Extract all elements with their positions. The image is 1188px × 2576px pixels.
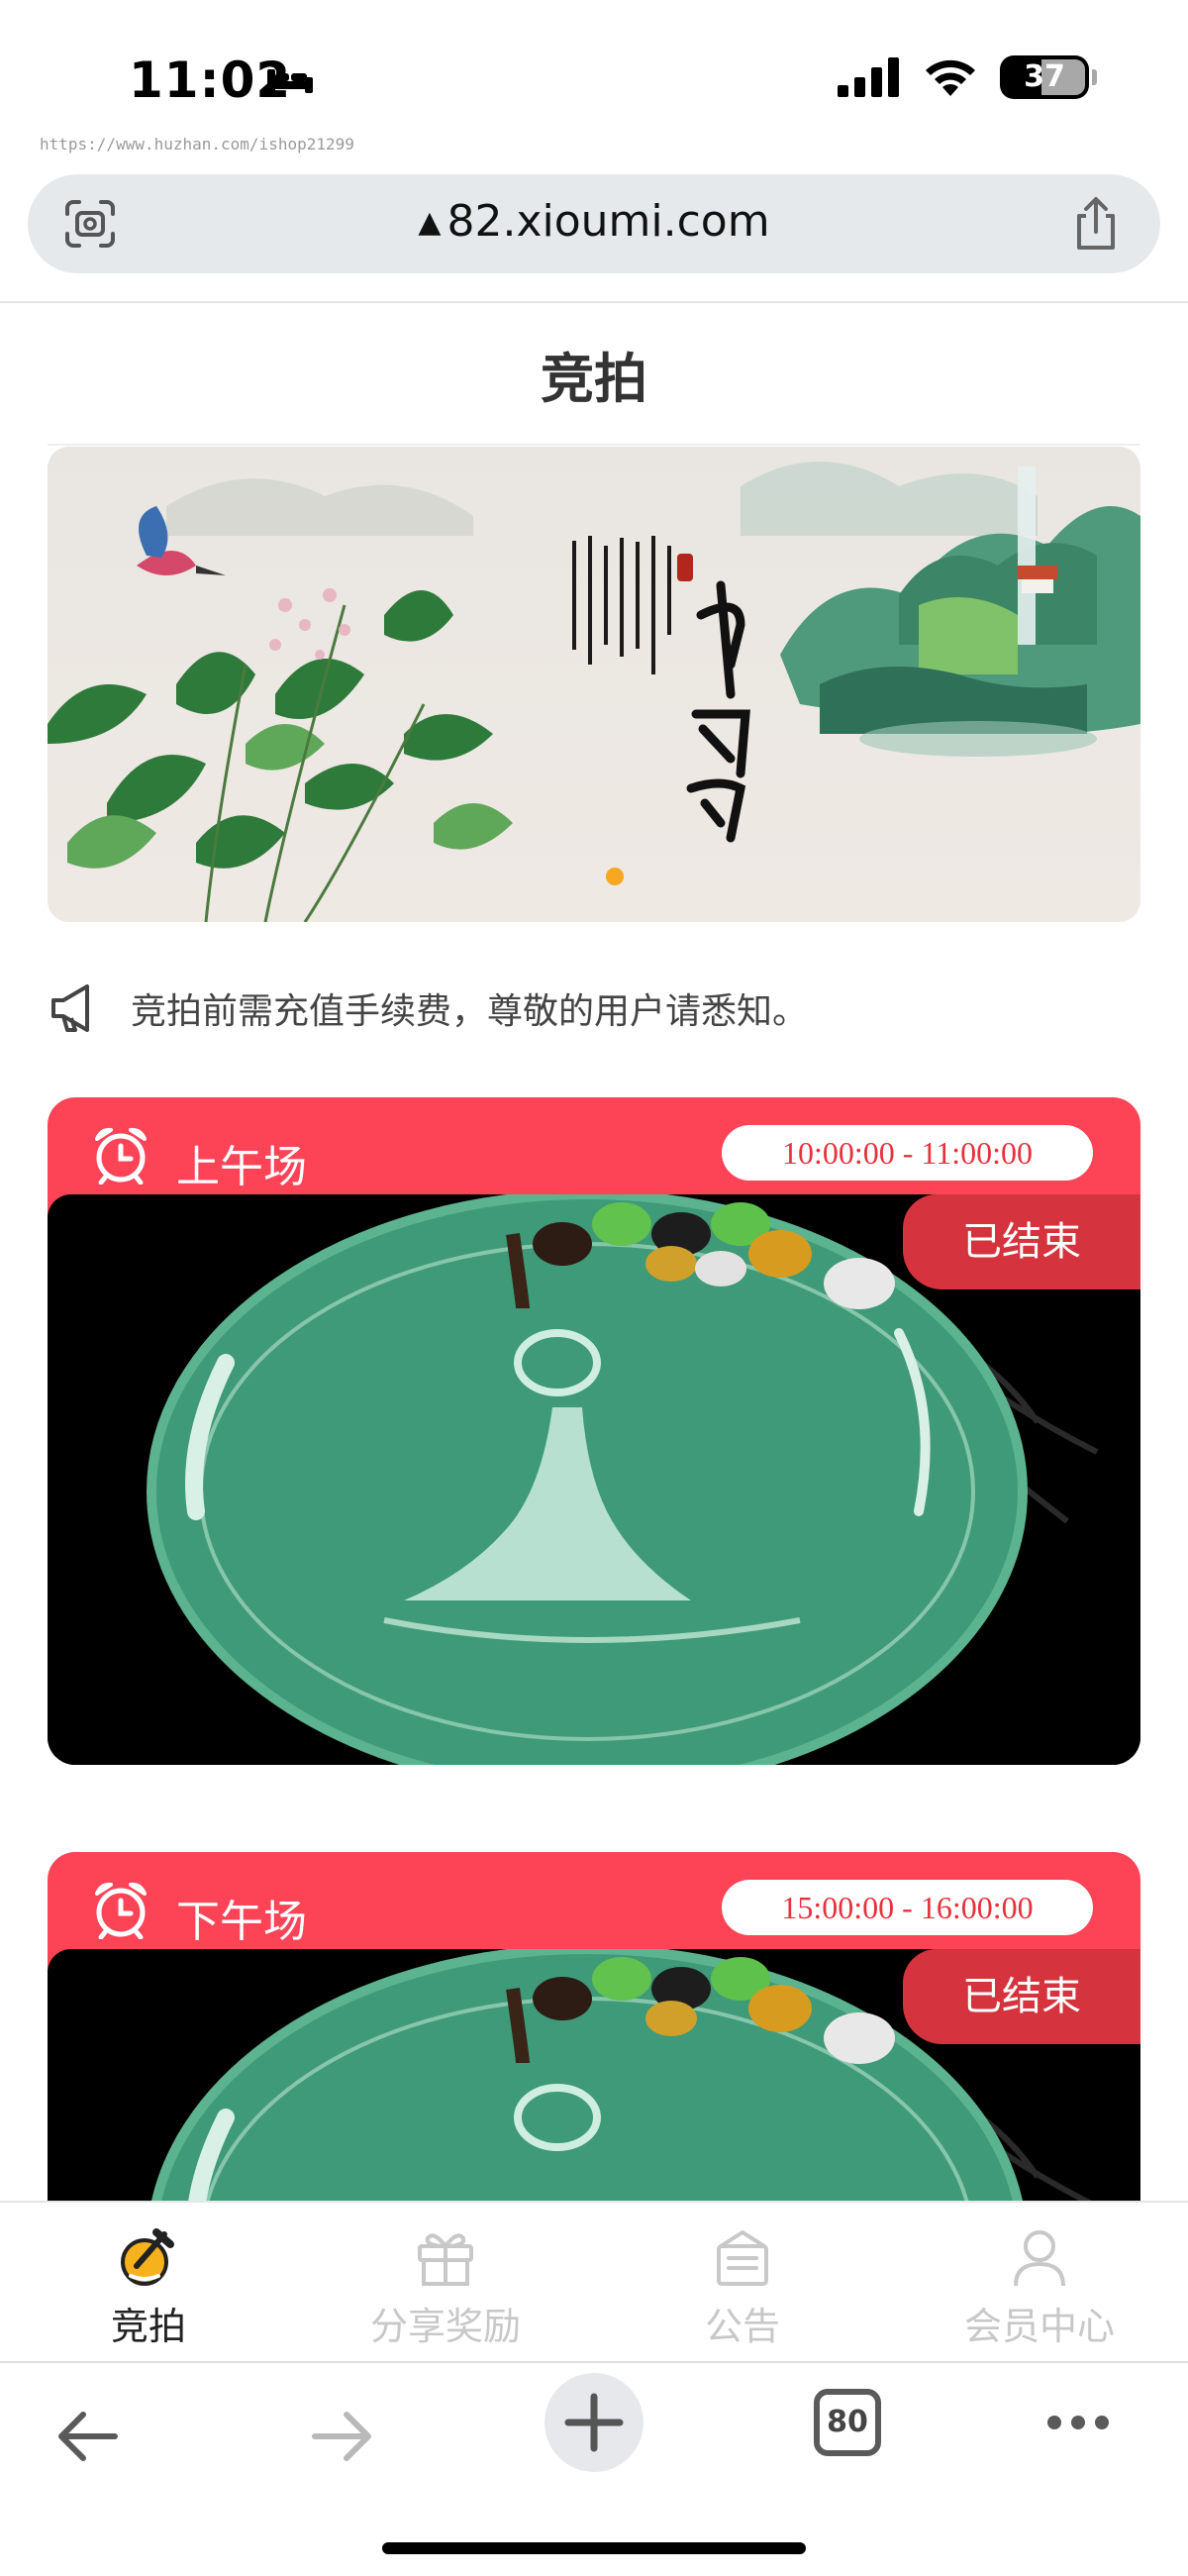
product-image[interactable]: 已结束 (48, 1194, 1140, 1765)
tab-label: 分享奖励 (369, 2305, 521, 2348)
battery-indicator: 37 (1000, 55, 1097, 99)
share-icon[interactable] (1071, 196, 1121, 252)
status-bar: 11:02 37 https://www.huzhan.com/ishop212… (0, 0, 1188, 154)
alarm-clock-icon (95, 1882, 147, 1939)
tab-label: 竞拍 (110, 2305, 186, 2348)
auction-icon (121, 2228, 174, 2286)
plus-icon (564, 2393, 624, 2452)
tab-count: 80 (827, 2405, 868, 2439)
tab-label: 公告 (704, 2305, 780, 2348)
page-title: 竞拍 (541, 348, 647, 410)
session-header: 下午场 15:00:00 - 16:00:00 (48, 1852, 1140, 1949)
product-image[interactable]: 已结束 (48, 1949, 1140, 2201)
session-time: 15:00:00 - 16:00:00 (722, 1880, 1093, 1935)
session-label: 下午场 (176, 1897, 307, 1947)
bottom-tab-bar: 竞拍 分享奖励 公告 会员中心 (0, 2201, 1188, 2361)
tab-announcements[interactable]: 公告 (594, 2203, 891, 2361)
notice-bar: 竞拍前需充值手续费，尊敬的用户请悉知。 (48, 979, 808, 1038)
sleep-focus-icon (267, 69, 313, 93)
banner-carousel[interactable] (48, 447, 1140, 922)
watermark-text: https://www.huzhan.com/ishop21299 (40, 135, 354, 154)
user-icon (1014, 2230, 1065, 2287)
banner-image (48, 447, 1140, 922)
divider (0, 301, 1188, 303)
forward-arrow-icon[interactable] (307, 2407, 376, 2466)
tab-share-rewards[interactable]: 分享奖励 (297, 2203, 594, 2361)
notice-text: 竞拍前需充值手续费，尊敬的用户请悉知。 (131, 991, 809, 1032)
session-status-badge: 已结束 (903, 1194, 1140, 1289)
more-options-icon[interactable] (1045, 2413, 1111, 2432)
session-label: 上午场 (176, 1142, 307, 1192)
session-time: 10:00:00 - 11:00:00 (722, 1125, 1093, 1181)
megaphone-icon (51, 984, 89, 1032)
announcement-icon (717, 2230, 768, 2286)
session-header: 上午场 10:00:00 - 11:00:00 (48, 1097, 1140, 1194)
battery-level: 37 (1024, 59, 1065, 94)
tab-label: 会员中心 (963, 2305, 1115, 2348)
not-secure-warning-icon: ▲ (418, 205, 442, 240)
carousel-indicator-dot[interactable] (606, 868, 624, 885)
tab-auction[interactable]: 竞拍 (0, 2203, 297, 2361)
alarm-clock-icon (95, 1127, 147, 1185)
status-indicators: 37 (838, 55, 1097, 99)
divider (48, 444, 1140, 446)
wifi-icon (926, 59, 975, 96)
auction-session-card[interactable]: 下午场 15:00:00 - 16:00:00 已结束 (48, 1852, 1140, 2201)
url-display[interactable]: ▲ 82.xioumi.com (28, 196, 1160, 247)
cellular-signal-icon (838, 57, 899, 97)
home-indicator[interactable] (382, 2542, 806, 2554)
url-text: 82.xioumi.com (446, 196, 770, 247)
tabs-count-button[interactable]: 80 (814, 2389, 881, 2456)
address-bar[interactable]: ▲ 82.xioumi.com (28, 174, 1160, 273)
gift-icon (418, 2233, 473, 2286)
new-tab-button[interactable] (544, 2373, 644, 2472)
auction-session-card[interactable]: 上午场 10:00:00 - 11:00:00 已结束 (48, 1097, 1140, 1765)
back-arrow-icon[interactable] (53, 2407, 123, 2466)
session-status-badge: 已结束 (903, 1949, 1140, 2044)
tab-member-center[interactable]: 会员中心 (891, 2203, 1188, 2361)
